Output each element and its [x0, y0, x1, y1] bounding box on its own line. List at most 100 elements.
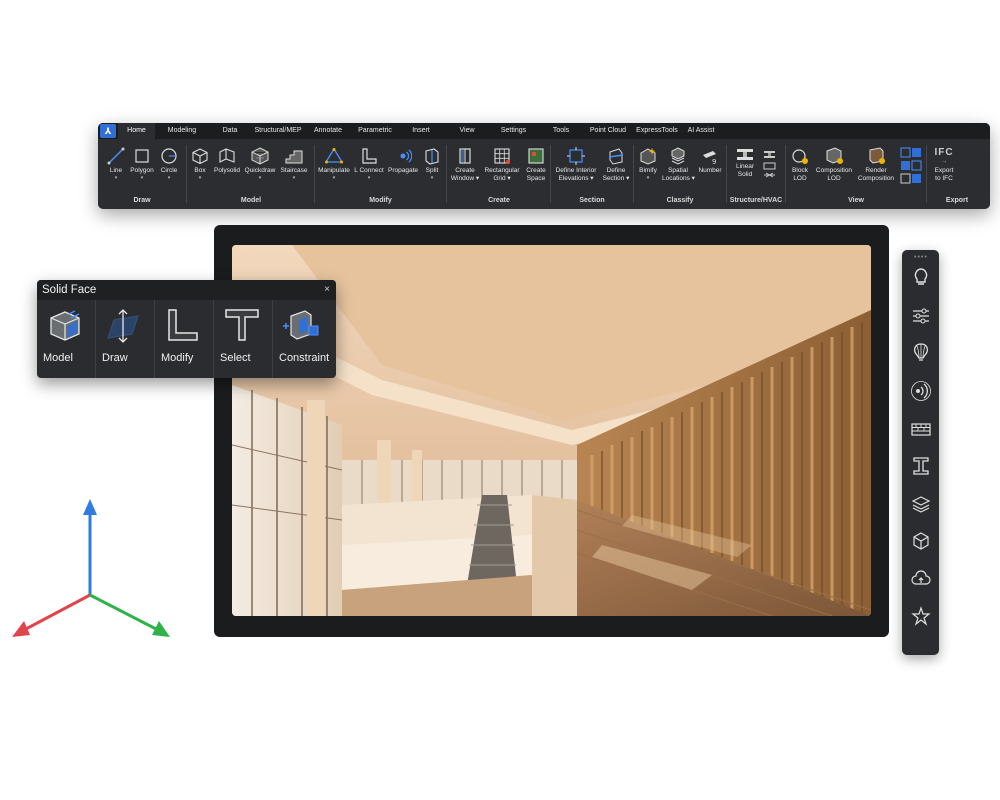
number-icon: 9 [703, 151, 716, 165]
create-space-label: Create Space [526, 167, 546, 182]
number-label: Number [698, 167, 722, 174]
polygon-button[interactable]: Polygon ▾ [129, 147, 155, 181]
solid-face-modify-button[interactable]: Modify [155, 300, 214, 378]
tab-view[interactable]: View [454, 123, 480, 139]
create-space-button[interactable]: Create Space [523, 147, 549, 183]
sliders-icon[interactable] [910, 305, 932, 327]
linear-solid-button[interactable]: Linear Solid [731, 147, 759, 179]
window-icon [459, 148, 471, 164]
bimify-button[interactable]: Bimify ▾ [636, 147, 660, 181]
tab-modeling[interactable]: Modeling [160, 123, 204, 139]
group-view: Block LOD Composition LOD Render Compositio… [786, 139, 926, 209]
define-section-button[interactable]: Define Section ▾ [601, 147, 631, 183]
y-axis-line [89, 593, 159, 632]
rectangular-grid-button[interactable]: Rectangular Grid ▾ [483, 147, 521, 183]
polysolid-icon [219, 148, 235, 163]
tab-parametric[interactable]: Parametric [353, 123, 397, 139]
block-lod-button[interactable]: Block LOD [788, 147, 812, 183]
tab-expresstools[interactable]: ExpressTools [633, 123, 681, 139]
grid-icon [494, 148, 511, 165]
group-export-label: Export [945, 197, 969, 204]
app-logo-icon[interactable]: ⅄ [100, 124, 116, 138]
t-shape-icon [225, 309, 259, 341]
propagate-icon [400, 149, 412, 163]
solid-face-toolbar: Solid Face × Model Draw Modify Select Co… [37, 280, 336, 378]
select-label: Select [220, 352, 251, 364]
create-window-label: Create Window ▾ [450, 167, 480, 182]
section-icon [608, 148, 624, 165]
staircase-icon [285, 150, 303, 164]
split-button[interactable]: Split ▾ [421, 147, 443, 181]
group-structure-hvac: Linear Solid Structure/HVAC [727, 139, 785, 209]
tab-data[interactable]: Data [214, 123, 246, 139]
group-export: IFC → Export to IFC Export [927, 139, 987, 209]
define-section-label: Define Section ▾ [602, 167, 630, 182]
tab-ai-assist[interactable]: AI Assist [684, 123, 718, 139]
tab-annotate[interactable]: Annotate [309, 123, 347, 139]
balloon-icon[interactable] [910, 342, 932, 364]
export-to-ifc-button[interactable]: IFC → Export to IFC [929, 147, 959, 183]
ifc-icon: IFC [934, 147, 954, 158]
solid-face-draw-button[interactable]: Draw [96, 300, 155, 378]
tab-structural-mep[interactable]: Structural/MEP [252, 123, 304, 139]
spatial-locations-button[interactable]: Spatial Locations ▾ [662, 147, 695, 183]
render-composition-button[interactable]: Render Composition [856, 147, 896, 183]
structure-small-icons[interactable] [763, 149, 777, 183]
solid-face-model-button[interactable]: Model [37, 300, 96, 378]
quickdraw-button[interactable]: Quickdraw ▾ [244, 147, 276, 181]
define-interior-elevations-button[interactable]: Define Interior Elevations ▾ [553, 147, 599, 183]
tab-home[interactable]: Home [118, 123, 155, 139]
i-beam-icon[interactable] [910, 455, 932, 477]
model-label: Model [43, 352, 73, 364]
tab-tools[interactable]: Tools [548, 123, 574, 139]
solid-face-constraint-button[interactable]: Constraint [273, 300, 336, 378]
manipulate-label: Manipulate [318, 167, 350, 174]
group-create-label: Create [488, 197, 510, 204]
solid-face-title-bar[interactable]: Solid Face × [37, 280, 336, 300]
panel-grip-handle[interactable]: •••• [914, 254, 928, 261]
create-window-button[interactable]: Create Window ▾ [449, 147, 481, 183]
layers-icon[interactable] [910, 493, 932, 515]
model-icon [50, 310, 80, 341]
box-button[interactable]: Box ▾ [189, 147, 211, 181]
group-view-label: View [848, 197, 864, 204]
number-button[interactable]: 9 Number [696, 147, 724, 175]
draw-label: Draw [102, 352, 128, 364]
close-icon[interactable]: × [324, 280, 330, 300]
cube-icon[interactable] [910, 530, 932, 552]
propagate-button[interactable]: Propagate [387, 147, 419, 175]
polysolid-label: Polysolid [213, 167, 240, 174]
tab-settings[interactable]: Settings [496, 123, 531, 139]
export-to-ifc-label: Export to IFC [934, 167, 954, 182]
star-icon[interactable] [910, 605, 932, 627]
view-small-icons[interactable] [900, 147, 922, 187]
cloud-upload-icon[interactable] [910, 568, 932, 590]
lightbulb-icon[interactable] [910, 266, 932, 288]
composition-lod-icon [826, 147, 843, 164]
l-connect-button[interactable]: L Connect ▾ [353, 147, 385, 181]
svg-text:9: 9 [712, 158, 716, 165]
composition-lod-button[interactable]: Composition LOD [814, 147, 854, 183]
ribbon-tab-bar: ⅄ Home Modeling Data Structural/MEP Anno… [98, 123, 990, 139]
manipulate-button[interactable]: Manipulate ▾ [317, 147, 351, 181]
box-label: Box [194, 167, 206, 174]
xyz-axes-gizmo [12, 499, 170, 637]
line-button[interactable]: Line ▾ [106, 147, 126, 181]
tab-point-cloud[interactable]: Point Cloud [586, 123, 630, 139]
define-interior-label: Define Interior Elevations ▾ [555, 167, 597, 182]
group-classify-label: Classify [666, 197, 694, 204]
staircase-button[interactable]: Staircase ▾ [278, 147, 310, 181]
right-side-panel: •••• [902, 250, 939, 655]
wall-icon[interactable] [910, 418, 932, 440]
box-icon [192, 148, 208, 165]
tab-insert[interactable]: Insert [406, 123, 436, 139]
circle-button[interactable]: Circle ▾ [158, 147, 180, 181]
split-label: Split [425, 167, 439, 174]
polysolid-button[interactable]: Polysolid [213, 147, 241, 175]
solid-face-select-button[interactable]: Select [214, 300, 273, 378]
spatial-locations-icon [671, 147, 685, 165]
linear-solid-icon [737, 149, 753, 160]
draw-plane-icon [107, 309, 139, 343]
sound-waves-icon[interactable] [910, 380, 932, 402]
x-axis-arrow-icon [12, 621, 30, 637]
